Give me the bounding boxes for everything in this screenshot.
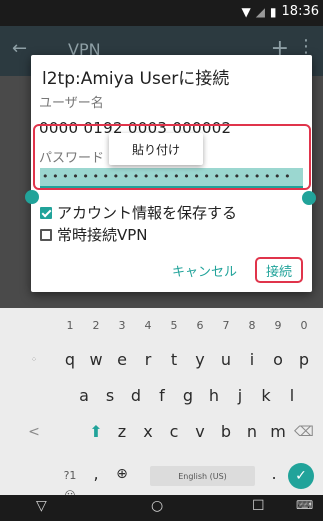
keyboard-switch-icon[interactable]: ⌨ xyxy=(296,498,313,512)
username-label: ユーザー名 xyxy=(39,96,104,111)
key-6[interactable]: 6 xyxy=(188,316,212,336)
password-field[interactable]: ••••••••••••••••••••••••• xyxy=(40,168,303,188)
save-account-row[interactable]: アカウント情報を保存する xyxy=(40,202,237,223)
key-2[interactable]: 2 xyxy=(84,316,108,336)
key-4[interactable]: 4 xyxy=(136,316,160,336)
status-icons: ▼ ◢ ▮ 18:36 xyxy=(241,4,319,19)
key-k[interactable]: k xyxy=(254,386,278,406)
key-t[interactable]: t xyxy=(162,350,186,370)
back-triangle-icon[interactable]: ▽ xyxy=(36,498,47,514)
key-s[interactable]: s xyxy=(98,386,122,406)
password-label: パスワード xyxy=(39,151,105,166)
recents-square-icon[interactable]: ☐ xyxy=(252,498,265,514)
key-z[interactable]: z xyxy=(110,422,134,442)
key-a[interactable]: a xyxy=(72,386,96,406)
key-y[interactable]: y xyxy=(188,350,212,370)
key-8[interactable]: 8 xyxy=(240,316,264,336)
key-7[interactable]: 7 xyxy=(214,316,238,336)
status-time: 18:36 xyxy=(281,4,319,19)
save-account-checkbox[interactable] xyxy=(40,206,52,219)
connect-button[interactable]: 接続 xyxy=(255,257,303,283)
key-j[interactable]: j xyxy=(228,386,252,406)
number-row: 1 2 3 4 5 6 7 8 9 0 xyxy=(0,316,323,352)
key-comma[interactable]: , xyxy=(84,464,108,484)
key-3[interactable]: 3 xyxy=(110,316,134,336)
chevron-left-icon[interactable]: < xyxy=(22,422,46,442)
key-i[interactable]: i xyxy=(240,350,264,370)
key-b[interactable]: b xyxy=(214,422,238,442)
key-m[interactable]: m xyxy=(266,422,290,442)
vpn-connect-dialog: l2tp:Amiya Userに接続 ユーザー名 0000 0192 0003 … xyxy=(25,55,316,292)
qwerty-row-2: a s d f g h j k l xyxy=(0,386,323,422)
key-h[interactable]: h xyxy=(202,386,226,406)
key-l[interactable]: l xyxy=(280,386,304,406)
key-9[interactable]: 9 xyxy=(266,316,290,336)
more-vert-icon[interactable]: ⋮ xyxy=(297,36,315,57)
wifi-icon: ▼ xyxy=(241,4,251,19)
enter-check-icon[interactable]: ✓ xyxy=(288,463,314,489)
home-circle-icon[interactable]: ○ xyxy=(151,498,163,514)
key-d[interactable]: d xyxy=(124,386,148,406)
bottom-key-row: ?1☺ , ⊕ English (US) . ✓ xyxy=(0,458,323,502)
qwerty-row-3: < ⬆ z x c v b n m ⌫ xyxy=(0,422,323,458)
always-on-label: 常時接続VPN xyxy=(57,226,148,244)
always-on-checkbox[interactable] xyxy=(40,228,52,241)
status-bar: ▼ ◢ ▮ 18:36 xyxy=(0,0,323,26)
key-g[interactable]: g xyxy=(176,386,200,406)
key-r[interactable]: r xyxy=(136,350,160,370)
key-o[interactable]: o xyxy=(266,350,290,370)
dialog-title: l2tp:Amiya Userに接続 xyxy=(42,69,230,89)
selection-handle-right[interactable] xyxy=(302,191,316,205)
key-period[interactable]: . xyxy=(262,464,286,484)
back-arrow-icon[interactable]: ← xyxy=(12,38,27,59)
paste-button[interactable]: 貼り付け xyxy=(109,133,203,165)
save-account-label: アカウント情報を保存する xyxy=(57,204,238,222)
key-0[interactable]: 0 xyxy=(292,316,316,336)
shift-icon[interactable]: ⬆ xyxy=(84,422,108,442)
globe-icon[interactable]: ⊕ xyxy=(110,464,134,484)
key-p[interactable]: p xyxy=(292,350,316,370)
key-x[interactable]: x xyxy=(136,422,160,442)
key-1[interactable]: 1 xyxy=(58,316,82,336)
battery-icon: ▮ xyxy=(269,4,277,19)
screen: ▼ ◢ ▮ 18:36 ← VPN + ⋮ l2tp:Amiya Userに接続… xyxy=(0,0,323,521)
soft-keyboard: 1 2 3 4 5 6 7 8 9 0 ⁘ q w e r t y u i o … xyxy=(0,308,323,502)
key-c[interactable]: c xyxy=(162,422,186,442)
qwerty-row-1: ⁘ q w e r t y u i o p xyxy=(0,350,323,386)
backspace-icon[interactable]: ⌫ xyxy=(292,422,316,442)
key-e[interactable]: e xyxy=(110,350,134,370)
nav-bar: ▽ ○ ☐ ⌨ xyxy=(0,495,323,521)
handwriting-icon[interactable]: ⁘ xyxy=(22,350,46,370)
key-v[interactable]: v xyxy=(188,422,212,442)
key-n[interactable]: n xyxy=(240,422,264,442)
key-f[interactable]: f xyxy=(150,386,174,406)
signal-icon: ◢ xyxy=(255,4,265,19)
cancel-button[interactable]: キャンセル xyxy=(172,261,237,280)
selection-handle-left[interactable] xyxy=(25,190,39,204)
key-u[interactable]: u xyxy=(214,350,238,370)
space-key[interactable]: English (US) xyxy=(150,466,255,486)
key-q[interactable]: q xyxy=(58,350,82,370)
always-on-row[interactable]: 常時接続VPN xyxy=(40,224,148,245)
key-5[interactable]: 5 xyxy=(162,316,186,336)
key-w[interactable]: w xyxy=(84,350,108,370)
